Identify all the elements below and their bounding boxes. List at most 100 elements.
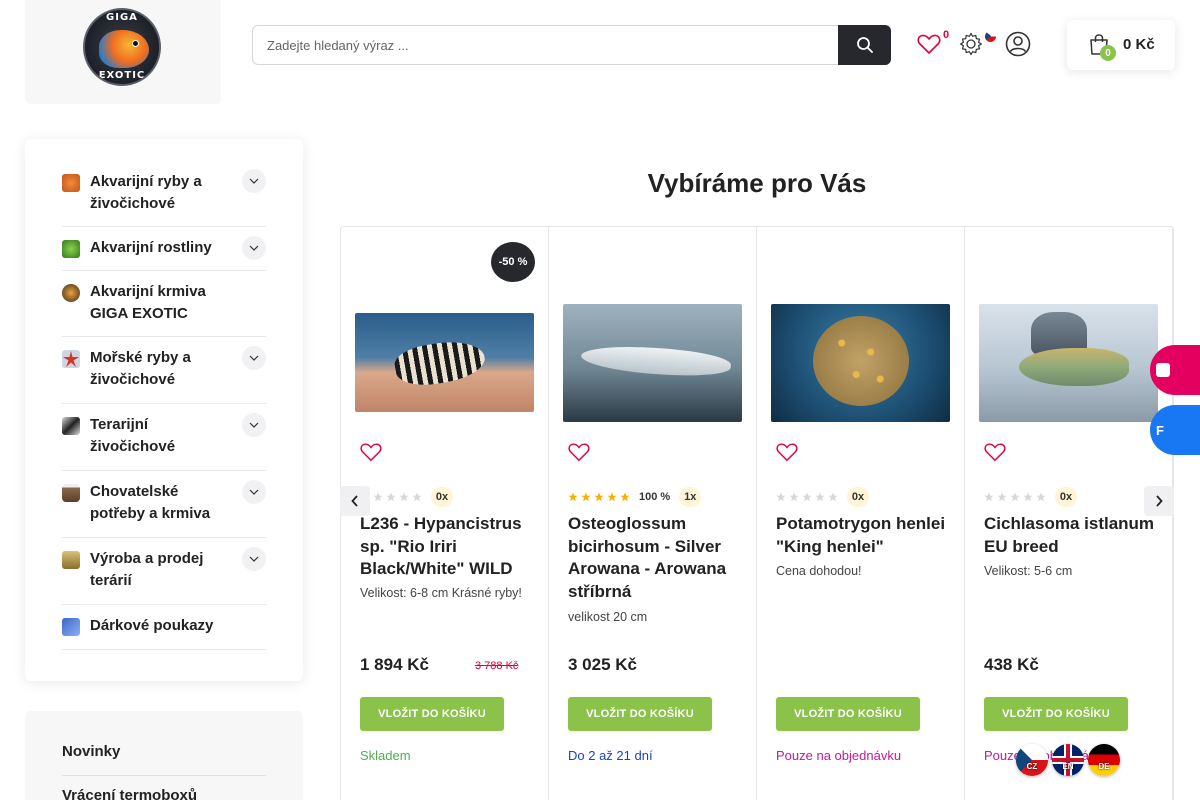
product-card[interactable]: 100 % 1x Osteoglossum bicirhosum - Silve… [549, 227, 757, 800]
wishlist-button[interactable] [915, 30, 943, 58]
expand-toggle[interactable] [242, 480, 266, 504]
add-to-cart-button[interactable]: VLOŽIT DO KOŠÍKU [984, 697, 1128, 731]
star-icon [984, 492, 994, 502]
star-icon [399, 492, 409, 502]
star-icon [776, 492, 786, 502]
category-thumb-icon [62, 484, 80, 502]
category-aquarium-fish[interactable]: Akvarijní ryby a živočichové [62, 164, 266, 227]
facebook-button[interactable]: F [1150, 405, 1200, 455]
thermobox-return-link[interactable]: Vrácení termoboxů [62, 787, 266, 800]
chevron-down-icon [249, 422, 259, 428]
chevron-down-icon [249, 489, 259, 495]
category-label: Akvarijní ryby a živočichové [90, 173, 202, 212]
cart-button[interactable]: 0 0 Kč [1067, 20, 1175, 70]
rating: 0x [776, 487, 869, 507]
starfish-thumb-icon [62, 350, 80, 368]
expand-toggle[interactable] [242, 169, 266, 193]
expand-toggle[interactable] [242, 236, 266, 260]
category-label: Akvarijní rostliny [90, 239, 212, 256]
cart-total: 0 Kč [1123, 36, 1155, 53]
carousel-prev-button[interactable] [340, 486, 370, 516]
language-en[interactable]: EN [1052, 744, 1084, 776]
expand-toggle[interactable] [242, 547, 266, 571]
star-icon [373, 492, 383, 502]
news-link[interactable]: Novinky [62, 743, 266, 760]
heart-icon[interactable] [360, 441, 382, 463]
product-name[interactable]: Potamotrygon henlei "King henlei" [776, 513, 951, 558]
heart-icon[interactable] [984, 441, 1006, 463]
category-breeding-supplies[interactable]: Chovatelské potřeby a krmiva [62, 471, 266, 538]
instagram-button[interactable] [1150, 345, 1200, 395]
category-thumb-icon [62, 618, 80, 636]
star-icon [1023, 492, 1033, 502]
product-image[interactable] [355, 313, 534, 412]
logo-container[interactable]: GIGA EXOTIC [25, 0, 221, 104]
heart-icon [917, 34, 941, 54]
rating-percent: 100 % [639, 491, 671, 503]
facebook-icon: F [1156, 422, 1164, 438]
language-de[interactable]: DE [1088, 744, 1120, 776]
heart-icon[interactable] [568, 441, 590, 463]
product-name[interactable]: Cichlasoma istlanum EU breed [984, 513, 1159, 558]
product-card[interactable]: 0x Cichlasoma istlanum EU breed Velikost… [965, 227, 1173, 800]
language-switcher: CZ EN DE [1016, 744, 1120, 776]
heart-icon[interactable] [776, 441, 798, 463]
star-icon [607, 492, 617, 502]
expand-toggle[interactable] [242, 346, 266, 370]
category-aquarium-plants[interactable]: Akvarijní rostliny [62, 227, 266, 271]
rating-count: 0x [431, 487, 453, 507]
instagram-icon [1156, 363, 1170, 377]
info-links-panel: Novinky Vrácení termoboxů [25, 711, 303, 800]
product-description: Velikost: 6-8 cm Krásné ryby! [360, 586, 522, 600]
search-icon [856, 37, 873, 53]
category-aquarium-food[interactable]: Akvarijní krmiva GIGA EXOTIC [62, 271, 266, 337]
carousel-next-button[interactable] [1144, 486, 1174, 516]
star-icon [789, 492, 799, 502]
product-name[interactable]: Osteoglossum bicirhosum - Silver Arowana… [568, 513, 743, 603]
language-cz[interactable]: CZ [1016, 744, 1048, 776]
divider [62, 775, 266, 776]
expand-toggle[interactable] [242, 413, 266, 437]
category-gift-vouchers[interactable]: Dárkové poukazy [62, 605, 266, 650]
rating-count: 0x [847, 487, 869, 507]
add-to-cart-button[interactable]: VLOŽIT DO KOŠÍKU [360, 697, 504, 731]
section-title: Vybíráme pro Vás [647, 168, 867, 198]
star-icon [815, 492, 825, 502]
product-image[interactable] [979, 304, 1158, 422]
add-to-cart-button[interactable]: VLOŽIT DO KOŠÍKU [776, 697, 920, 731]
rating-count: 1x [679, 487, 702, 507]
product-description: Cena dohodou! [776, 564, 862, 578]
category-terrarium-animals[interactable]: Terarijní živočichové [62, 404, 266, 471]
category-thumb-icon [62, 284, 80, 302]
chevron-down-icon [249, 355, 259, 361]
product-card[interactable]: 0x Potamotrygon henlei "King henlei" Cen… [757, 227, 965, 800]
product-price: 1 894 Kč [360, 655, 429, 674]
giga-exotic-logo[interactable]: GIGA EXOTIC [83, 8, 161, 86]
product-name[interactable]: L236 - Hypancistrus sp. "Rio Iriri Black… [360, 513, 535, 581]
product-card[interactable]: -50 % 0x L236 - Hypancistrus sp. "Rio Ir… [341, 227, 549, 800]
star-icon [386, 492, 396, 502]
product-image[interactable] [771, 304, 950, 422]
category-terrarium-production[interactable]: Výroba a prodej terárií [62, 538, 266, 605]
settings-button[interactable] [957, 30, 985, 58]
original-price: 3 788 Kč [475, 660, 519, 672]
product-price: 438 Kč [984, 655, 1039, 674]
category-marine-fish[interactable]: Mořské ryby a živočichové [62, 337, 266, 404]
star-icon [1010, 492, 1020, 502]
category-label: Výroba a prodej terárií [90, 550, 204, 589]
user-icon [1005, 31, 1031, 57]
star-icon [802, 492, 812, 502]
product-image[interactable] [563, 304, 742, 422]
search-button[interactable] [838, 25, 891, 65]
category-thumb-icon [62, 417, 80, 435]
add-to-cart-button[interactable]: VLOŽIT DO KOŠÍKU [568, 697, 712, 731]
rating-count: 0x [1055, 487, 1077, 507]
logo-text-top: GIGA [106, 12, 138, 23]
account-button[interactable] [1004, 30, 1032, 58]
search-input[interactable] [267, 35, 827, 55]
product-description: Velikost: 5-6 cm [984, 564, 1073, 578]
rating: 100 % 1x [568, 487, 702, 507]
chevron-left-icon [351, 495, 358, 507]
fish-logo-graphic [99, 30, 149, 68]
category-label: Mořské ryby a živočichové [90, 349, 191, 388]
